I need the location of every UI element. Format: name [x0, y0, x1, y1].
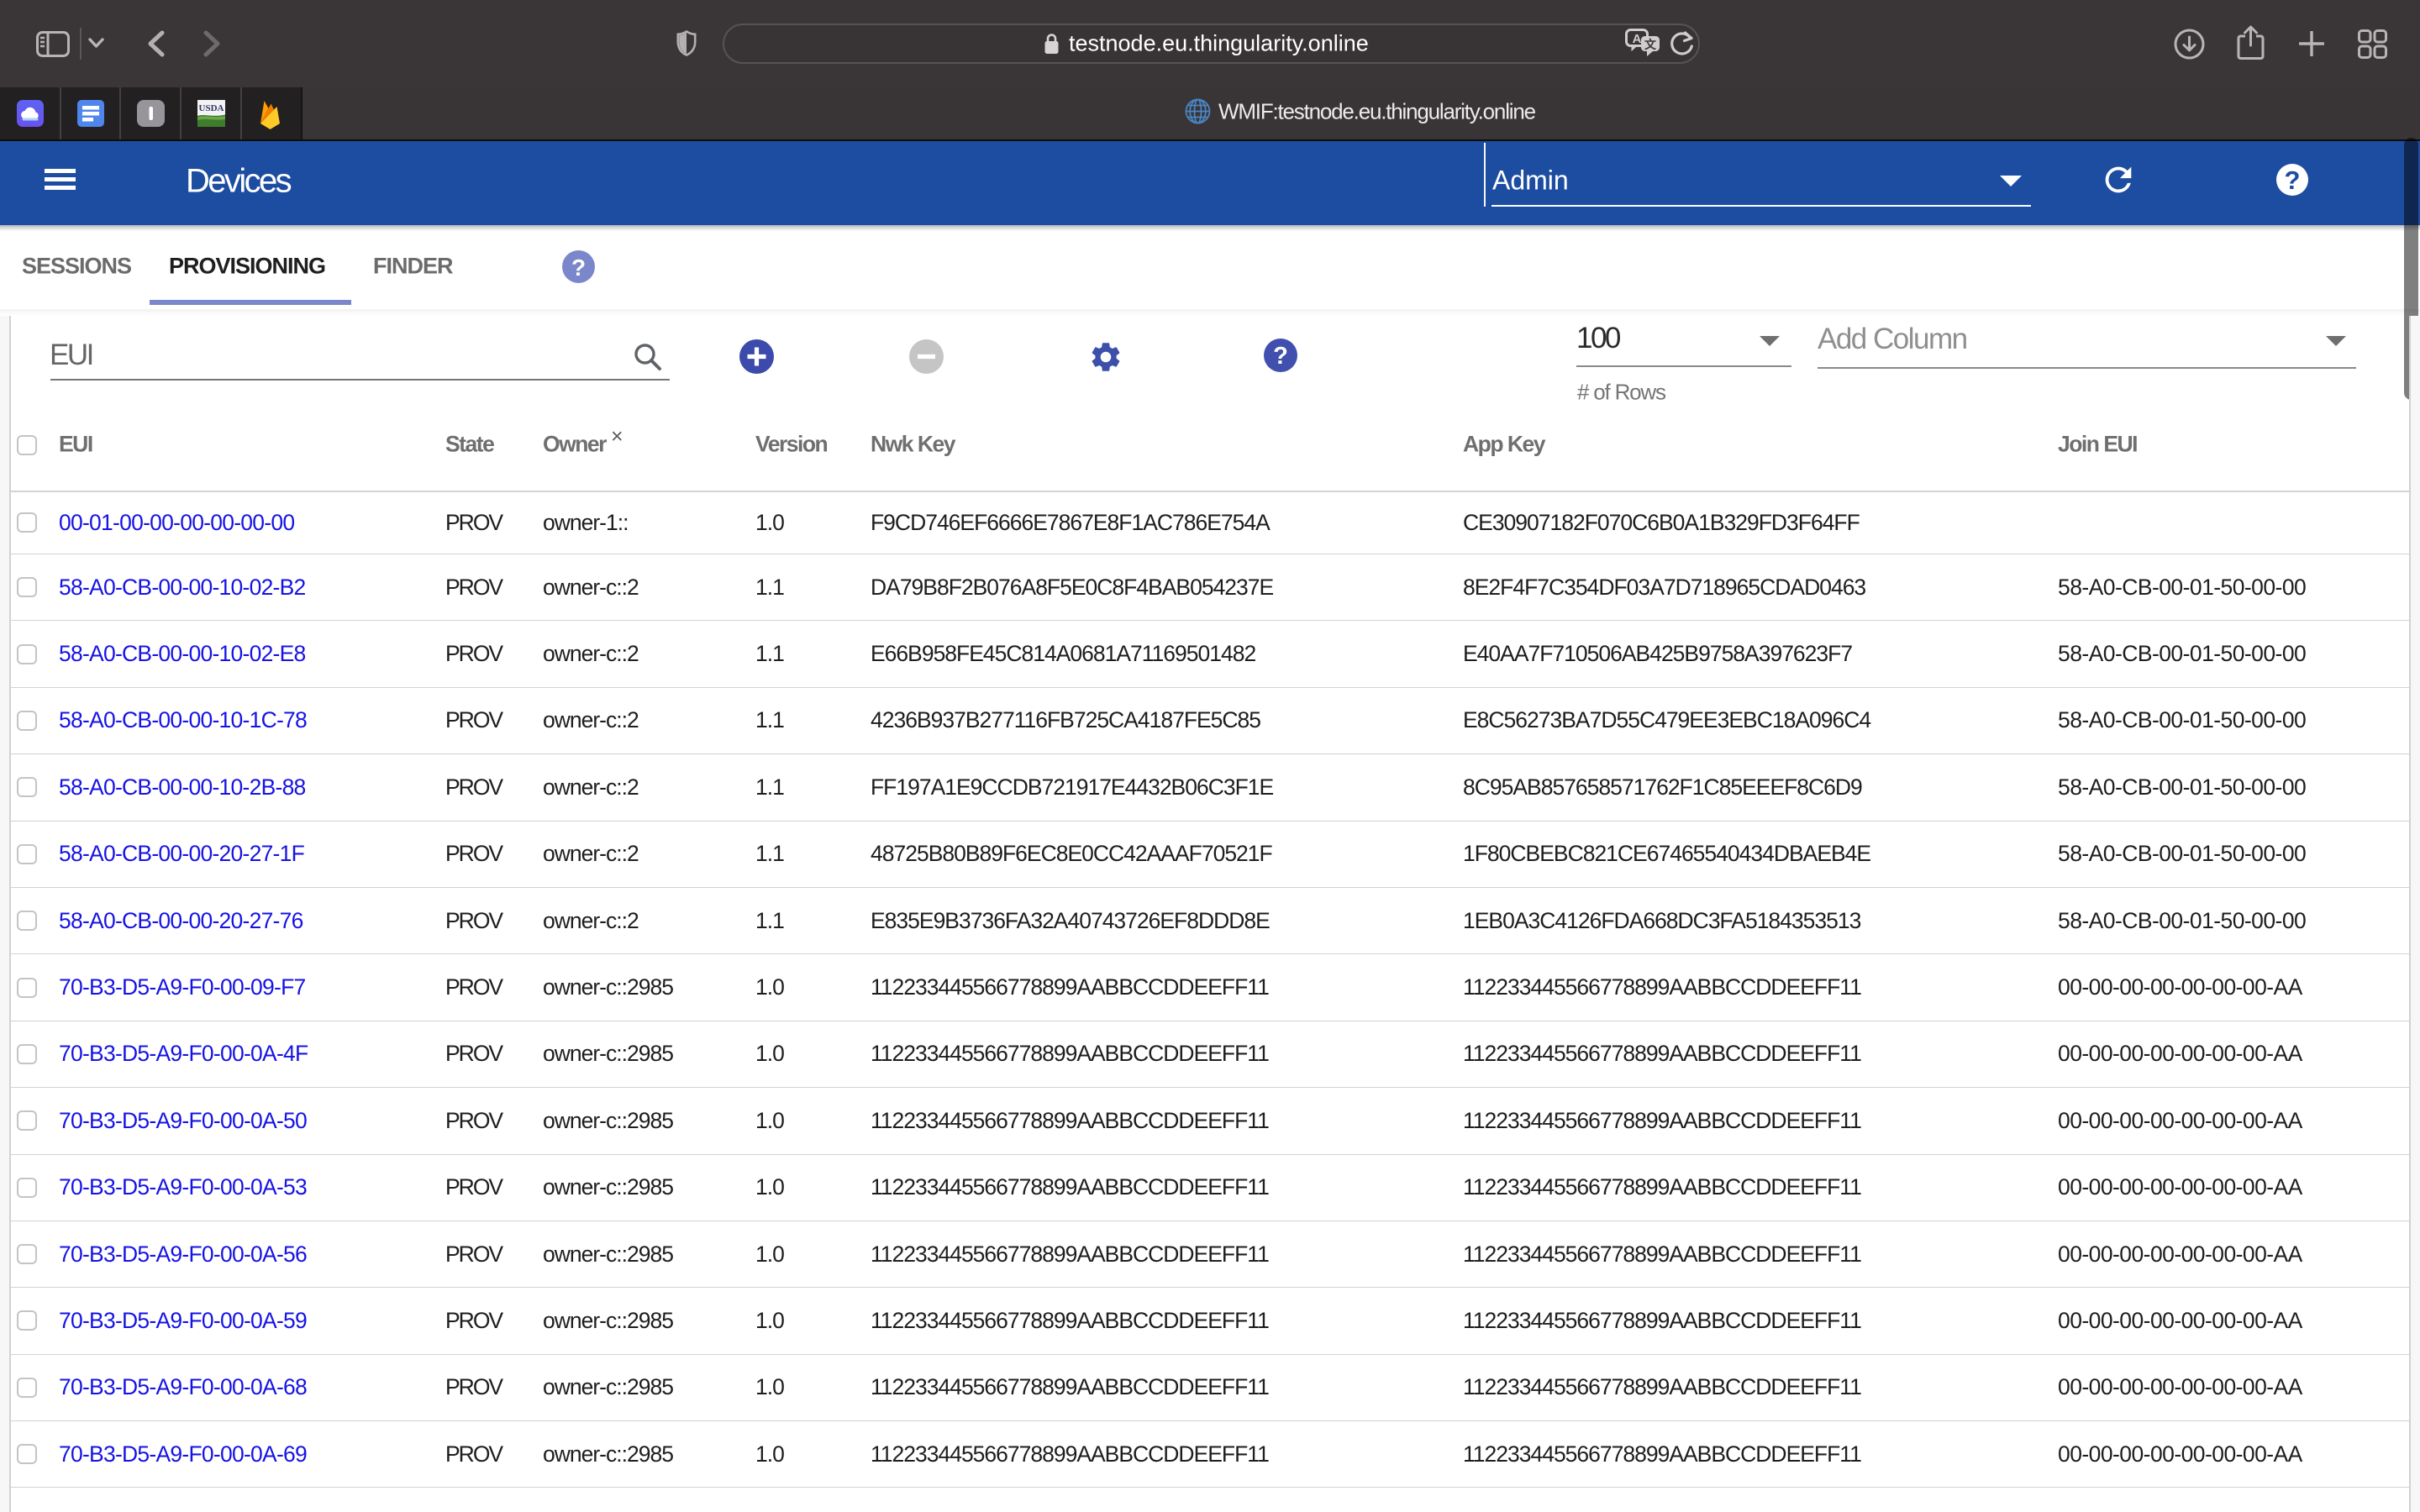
svg-text:文: 文: [1644, 38, 1657, 51]
svg-text:USDA: USDA: [199, 103, 224, 113]
svg-text:A: A: [1633, 32, 1642, 46]
